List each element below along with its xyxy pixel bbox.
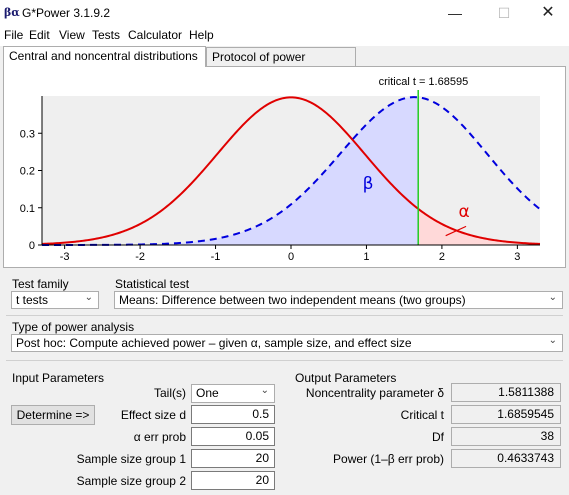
power-analysis-select[interactable]: Post hoc: Compute achieved power – given… xyxy=(11,334,563,352)
y-tick-label: 0.2 xyxy=(20,166,35,178)
tails-value: One xyxy=(196,386,219,400)
chevron-down-icon: ⌄ xyxy=(548,292,557,303)
sample-size-group1-label: Sample size group 1 xyxy=(76,452,186,466)
menu-calculator[interactable]: Calculator xyxy=(128,28,182,42)
df-value: 38 xyxy=(451,427,561,446)
close-button[interactable]: ✕ xyxy=(525,0,569,26)
chevron-down-icon: ⌄ xyxy=(260,385,269,396)
alpha-err-field[interactable]: 0.05 xyxy=(191,427,275,446)
power-label: Power (1–β err prob) xyxy=(333,452,444,466)
tab-protocol[interactable]: Protocol of power analyses xyxy=(206,47,356,78)
menu-tests[interactable]: Tests xyxy=(92,28,120,42)
y-tick-label: 0 xyxy=(29,240,35,252)
minimize-button[interactable]: — xyxy=(432,0,478,26)
tails-label: Tail(s) xyxy=(154,386,186,400)
divider xyxy=(6,360,563,361)
statistical-test-select[interactable]: Means: Difference between two independen… xyxy=(114,291,563,309)
determine-button[interactable]: Determine => xyxy=(11,405,95,425)
x-tick-label: 0 xyxy=(288,251,294,263)
output-parameters-title: Output Parameters xyxy=(295,371,397,385)
x-tick-label: -1 xyxy=(211,251,221,263)
gpower-window: βα G*Power 3.1.9.2 — ☐ ✕ File Edit View … xyxy=(0,0,569,495)
distribution-chart: -3 -2 -1 0 1 2 3 0 0.1 0.2 0.3 critical t = 1.6859… xyxy=(20,76,541,263)
window-title: G*Power 3.1.9.2 xyxy=(22,6,111,20)
tails-select[interactable]: One ⌄ xyxy=(191,384,275,403)
critical-t-output-label: Critical t xyxy=(400,408,444,422)
x-tick-label: 2 xyxy=(439,251,445,263)
menu-help[interactable]: Help xyxy=(189,28,214,42)
app-icon: βα xyxy=(4,6,20,19)
noncentrality-label: Noncentrality parameter δ xyxy=(305,386,444,400)
df-label: Df xyxy=(432,430,444,444)
beta-label: β xyxy=(363,174,374,194)
sample-size-group2-field[interactable]: 20 xyxy=(191,471,275,490)
maximize-button[interactable]: ☐ xyxy=(481,0,527,26)
x-tick-label: 3 xyxy=(514,251,520,263)
divider xyxy=(6,315,563,316)
title-bar: βα G*Power 3.1.9.2 — ☐ ✕ xyxy=(0,0,569,26)
effect-size-label: Effect size d xyxy=(120,408,186,422)
test-family-label: Test family xyxy=(12,277,69,291)
y-tick-label: 0.3 xyxy=(20,128,35,140)
noncentrality-value: 1.5811388 xyxy=(451,383,561,402)
test-family-value: t tests xyxy=(16,293,49,307)
power-analysis-value: Post hoc: Compute achieved power – given… xyxy=(16,336,412,350)
chevron-down-icon: ⌄ xyxy=(84,292,93,303)
sample-size-group1-field[interactable]: 20 xyxy=(191,449,275,468)
menu-file[interactable]: File xyxy=(4,28,23,42)
critical-t-label: critical t = 1.68595 xyxy=(379,76,469,88)
effect-size-field[interactable]: 0.5 xyxy=(191,405,275,424)
menu-bar: File Edit View Tests Calculator Help xyxy=(0,26,569,46)
chevron-down-icon: ⌄ xyxy=(548,335,557,346)
x-tick-label: 1 xyxy=(363,251,369,263)
critical-t-value: 1.6859545 xyxy=(451,405,561,424)
x-tick-label: -3 xyxy=(60,251,70,263)
power-value: 0.4633743 xyxy=(451,449,561,468)
statistical-test-value: Means: Difference between two independen… xyxy=(119,293,466,307)
menu-view[interactable]: View xyxy=(59,28,85,42)
sample-size-group2-label: Sample size group 2 xyxy=(76,474,186,488)
alpha-err-label: α err prob xyxy=(133,430,186,444)
test-family-select[interactable]: t tests ⌄ xyxy=(11,291,99,309)
input-parameters-title: Input Parameters xyxy=(12,371,105,385)
alpha-label: α xyxy=(459,202,470,222)
statistical-test-label: Statistical test xyxy=(115,277,190,291)
menu-edit[interactable]: Edit xyxy=(29,28,50,42)
y-tick-label: 0.1 xyxy=(20,203,35,215)
x-tick-label: -2 xyxy=(135,251,145,263)
tab-distributions[interactable]: Central and noncentral distributions xyxy=(3,46,206,67)
power-analysis-label: Type of power analysis xyxy=(12,320,135,334)
